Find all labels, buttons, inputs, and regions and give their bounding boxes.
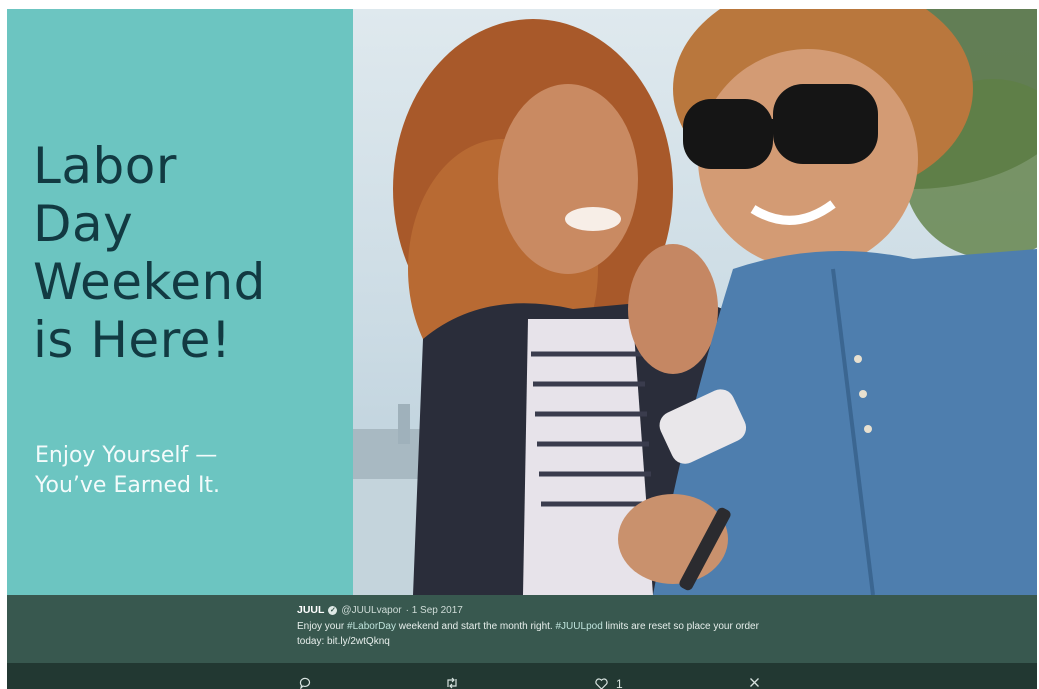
headline-line-4: is Here! xyxy=(33,311,232,369)
retweet-icon xyxy=(447,677,457,689)
headline-line-1: Labor xyxy=(33,137,177,195)
close-button[interactable] xyxy=(749,677,768,688)
hashtag-juulpod[interactable]: #JUULpod xyxy=(556,621,603,632)
tweet-text-part-2: weekend and start the month right. xyxy=(395,621,556,632)
like-button[interactable]: 1 xyxy=(595,677,623,689)
tweet-header: JUUL ✓ @JUULvapor · 1 Sep 2017 xyxy=(297,603,777,618)
headline-line-2: Day xyxy=(33,195,134,253)
tweet-date[interactable]: · 1 Sep 2017 xyxy=(406,603,463,618)
tweet-handle[interactable]: @JUULvapor xyxy=(341,603,401,618)
tweet-text-part-1: Enjoy your xyxy=(297,621,348,632)
tweet-caption: JUUL ✓ @JUULvapor · 1 Sep 2017 Enjoy you… xyxy=(7,595,1037,663)
subline-line-2: You’ve Earned It. xyxy=(35,473,221,498)
reply-icon xyxy=(299,677,311,689)
promo-subline: Enjoy Yourself — You’ve Earned It. xyxy=(35,441,220,501)
heart-icon xyxy=(595,678,608,689)
tweet-content: JUUL ✓ @JUULvapor · 1 Sep 2017 Enjoy you… xyxy=(297,603,777,649)
photo-illustration xyxy=(353,9,1037,595)
tweet-author[interactable]: JUUL xyxy=(297,603,324,618)
promo-panel: Labor Day Weekend is Here! Enjoy Yoursel… xyxy=(7,9,353,595)
tweet-media-viewer: Labor Day Weekend is Here! Enjoy Yoursel… xyxy=(7,9,1037,689)
headline-line-3: Weekend xyxy=(33,253,266,311)
promo-headline: Labor Day Weekend is Here! xyxy=(33,137,266,369)
subline-line-1: Enjoy Yourself — xyxy=(35,443,218,468)
hashtag-laborday[interactable]: #LaborDay xyxy=(347,621,396,632)
promo-photo xyxy=(353,9,1037,595)
tweet-text: Enjoy your #LaborDay weekend and start t… xyxy=(297,619,777,649)
verified-icon: ✓ xyxy=(328,606,338,615)
reply-button[interactable] xyxy=(299,677,319,689)
retweet-button[interactable] xyxy=(445,677,467,689)
tweet-actions-bar: 1 xyxy=(7,663,1037,689)
close-icon xyxy=(750,678,759,687)
like-count: 1 xyxy=(616,677,623,689)
